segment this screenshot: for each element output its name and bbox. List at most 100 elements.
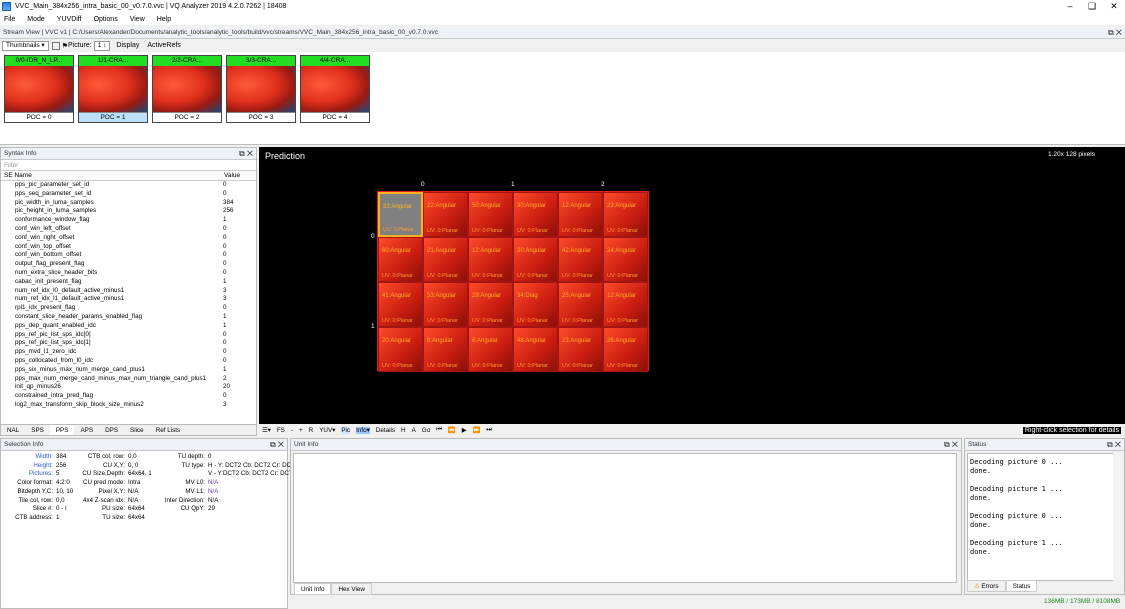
- panel-buttons[interactable]: ⧉ ✕: [270, 439, 284, 451]
- menu-file[interactable]: File: [4, 16, 15, 23]
- menu-help[interactable]: Help: [157, 16, 171, 23]
- table-row[interactable]: pps_pic_parameter_set_id 0: [1, 181, 256, 190]
- prediction-cell[interactable]: 53:Angular UV: 0:Planar: [423, 282, 468, 327]
- a-button[interactable]: A: [412, 427, 416, 434]
- display-button[interactable]: Display: [116, 42, 139, 49]
- details-button[interactable]: Details: [376, 427, 395, 434]
- tab-sps[interactable]: SPS: [25, 425, 50, 435]
- table-row[interactable]: num_ref_idx_l1_default_active_minus1 3: [1, 295, 256, 304]
- panel-buttons[interactable]: ⧉ ✕: [1108, 27, 1122, 39]
- minimize-icon[interactable]: –: [1059, 0, 1081, 13]
- h-button[interactable]: H: [401, 427, 406, 434]
- prev-frame-icon[interactable]: ⏪: [448, 426, 456, 434]
- prediction-cell[interactable]: 34:Diag UV: 0:Planar: [513, 282, 558, 327]
- prediction-cell[interactable]: 12:Angular UV: 0:Planar: [603, 282, 648, 327]
- picture-spinbox[interactable]: 1 ↕: [93, 40, 111, 51]
- next-frame-icon[interactable]: ⏩: [473, 426, 481, 434]
- prediction-cell[interactable]: 41:Angular UV: 0:Planar: [378, 282, 423, 327]
- prediction-cell[interactable]: 33:Angular UV: 0:Planar: [378, 192, 423, 237]
- first-frame-icon[interactable]: ⏮: [436, 426, 442, 434]
- prediction-cell[interactable]: 12:Angular UV: 0:Planar: [558, 192, 603, 237]
- table-row[interactable]: conformance_window_flag 1: [1, 216, 256, 225]
- picture-checkbox[interactable]: [51, 41, 60, 50]
- tab-hex-view[interactable]: Hex View: [331, 583, 372, 595]
- prediction-cell[interactable]: 8:Angular UV: 0:Planar: [423, 327, 468, 372]
- prediction-cell[interactable]: 23:Angular UV: 0:Planar: [558, 327, 603, 372]
- info-button[interactable]: Info▾: [356, 426, 370, 434]
- table-row[interactable]: pps_seq_parameter_set_id 0: [1, 190, 256, 199]
- table-row[interactable]: pps_mvd_l1_zero_idc 0: [1, 348, 256, 357]
- filter-input[interactable]: Filter: [1, 160, 256, 171]
- thumbnail-1[interactable]: 1/1-CRA... POC = 1: [78, 55, 148, 123]
- prediction-cell[interactable]: 48:Angular UV: 0:Planar: [513, 327, 558, 372]
- prediction-cell[interactable]: 30:Angular UV: 0:Planar: [513, 192, 558, 237]
- zoom-out-button[interactable]: -: [291, 427, 293, 434]
- table-row[interactable]: pps_ref_pic_list_sps_idc[1] 0: [1, 339, 256, 348]
- go-button[interactable]: Go: [422, 427, 430, 434]
- close-icon[interactable]: ✕: [1103, 0, 1125, 13]
- prediction-cell[interactable]: 42:Angular UV: 0:Planar: [558, 237, 603, 282]
- tab-unit-info[interactable]: Unit Info: [294, 583, 332, 595]
- table-row[interactable]: pps_max_num_merge_cand_minus_max_num_tri…: [1, 375, 256, 384]
- prediction-grid[interactable]: 33:Angular UV: 0:Planar 22:Angular UV: 0:Pl…: [377, 191, 649, 372]
- last-frame-icon[interactable]: ⏭: [486, 426, 492, 434]
- maximize-icon[interactable]: ❑: [1081, 0, 1103, 13]
- menu-view[interactable]: View: [130, 16, 145, 23]
- table-row[interactable]: constrained_intra_pred_flag 0: [1, 392, 256, 401]
- zoom-in-button[interactable]: +: [299, 427, 303, 434]
- thumbnail-4[interactable]: 4/4-CRA... POC = 4: [300, 55, 370, 123]
- table-row[interactable]: rpl1_idx_present_flag 0: [1, 304, 256, 313]
- tab-aps[interactable]: APS: [74, 425, 99, 435]
- menu-yuvdiff[interactable]: YUVDiff: [57, 16, 82, 23]
- prediction-cell[interactable]: 29:Angular UV: 0:Planar: [468, 282, 513, 327]
- prediction-cell[interactable]: 20:Angular UV: 0:Planar: [378, 327, 423, 372]
- table-row[interactable]: pic_height_in_luma_samples 256: [1, 207, 256, 216]
- prediction-cell[interactable]: 60:Angular UV: 0:Planar: [378, 237, 423, 282]
- thumbnails-select[interactable]: Thumbnails ▾: [2, 40, 49, 51]
- table-row[interactable]: pps_dep_quant_enabled_idc 1: [1, 322, 256, 331]
- play-icon[interactable]: ▶: [462, 427, 467, 434]
- table-row[interactable]: pps_ref_pic_list_sps_idc[0] 0: [1, 331, 256, 340]
- prediction-cell[interactable]: 50:Angular UV: 0:Planar: [468, 192, 513, 237]
- prediction-cell[interactable]: 24:Angular UV: 0:Planar: [603, 237, 648, 282]
- table-row[interactable]: num_ref_idx_l0_default_active_minus1 3: [1, 287, 256, 296]
- table-row[interactable]: conf_win_right_offset 0: [1, 234, 256, 243]
- prediction-cell[interactable]: 26:Angular UV: 0:Planar: [603, 327, 648, 372]
- hamburger-icon[interactable]: ☰▾: [262, 427, 271, 434]
- tab-pps[interactable]: PPS: [49, 425, 75, 435]
- yuv-select[interactable]: YUV▾: [319, 427, 335, 434]
- table-row[interactable]: cabac_init_present_flag 1: [1, 278, 256, 287]
- table-row[interactable]: conf_win_top_offset 0: [1, 243, 256, 252]
- table-row[interactable]: conf_win_left_offset 0: [1, 225, 256, 234]
- prediction-cell[interactable]: 21:Angular UV: 0:Planar: [423, 237, 468, 282]
- pic-button[interactable]: Pic: [341, 426, 351, 434]
- tab-status[interactable]: Status: [1005, 580, 1038, 592]
- panel-buttons[interactable]: ⧉ ✕: [1107, 439, 1121, 451]
- prediction-cell[interactable]: 30:Angular UV: 0:Planar: [513, 237, 558, 282]
- prediction-cell[interactable]: 22:Angular UV: 0:Planar: [423, 192, 468, 237]
- table-row[interactable]: pps_six_minus_max_num_merge_cand_plus1 1: [1, 366, 256, 375]
- panel-buttons[interactable]: ⧉ ✕: [944, 439, 958, 451]
- tab-dps[interactable]: DPS: [99, 425, 124, 435]
- table-row[interactable]: num_extra_slice_header_bits 0: [1, 269, 256, 278]
- status-scrollbar[interactable]: [1113, 453, 1122, 581]
- menu-options[interactable]: Options: [94, 16, 118, 23]
- table-row[interactable]: conf_win_bottom_offset 0: [1, 251, 256, 260]
- table-row[interactable]: log2_max_transform_skip_block_size_minus…: [1, 401, 256, 410]
- panel-buttons[interactable]: ⧉ ✕: [239, 148, 253, 160]
- thumbnail-2[interactable]: 2/2-CRA... POC = 2: [152, 55, 222, 123]
- tab-ref-lists[interactable]: Ref Lists: [150, 425, 187, 435]
- prediction-cell[interactable]: 12:Angular UV: 0:Planar: [468, 237, 513, 282]
- table-row[interactable]: pps_collocated_from_l0_idc 0: [1, 357, 256, 366]
- activerefs-button[interactable]: ActiveRefs: [147, 42, 180, 49]
- prediction-cell[interactable]: 25:Angular UV: 0:Planar: [558, 282, 603, 327]
- tab-errors[interactable]: ⚠ Errors: [967, 580, 1006, 592]
- tab-slice[interactable]: Slice: [124, 425, 150, 435]
- prediction-cell[interactable]: 6:Angular UV: 0:Planar: [468, 327, 513, 372]
- table-row[interactable]: init_qp_minus26 20: [1, 383, 256, 392]
- thumbnail-0[interactable]: 0/0-IDR_N_LP... POC = 0: [4, 55, 74, 123]
- prediction-cell[interactable]: 23:Angular UV: 0:Planar: [603, 192, 648, 237]
- thumbnail-3[interactable]: 3/3-CRA... POC = 3: [226, 55, 296, 123]
- table-row[interactable]: constant_slice_header_params_enabled_fla…: [1, 313, 256, 322]
- table-row[interactable]: output_flag_present_flag 0: [1, 260, 256, 269]
